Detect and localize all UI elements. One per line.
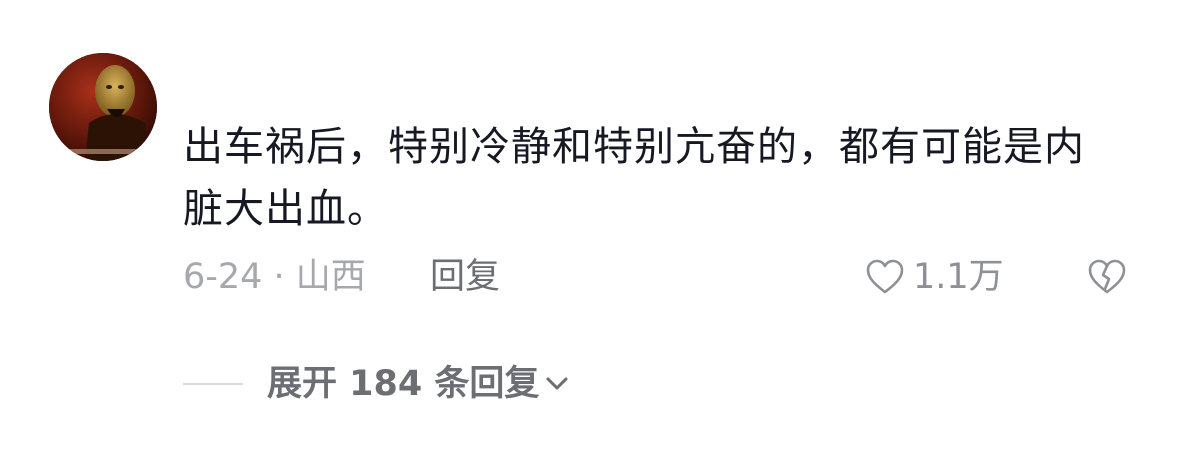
expand-replies-label: 展开 184 条回复 <box>267 364 540 404</box>
like-button[interactable]: 1.1万 <box>865 255 1004 299</box>
divider <box>183 383 243 385</box>
comment-date-location: 6-24 · 山西 <box>183 257 366 297</box>
expand-replies-button[interactable]: 展开 184 条回复 <box>267 362 569 406</box>
chevron-down-icon <box>546 377 568 390</box>
broken-heart-icon[interactable] <box>1086 257 1128 297</box>
comment-text: 出车祸后，特别冷静和特别亢奋的，都有可能是内脏大出血。 <box>183 124 1085 232</box>
reply-button[interactable]: 回复 <box>430 255 500 299</box>
heart-outline-icon <box>866 259 904 294</box>
avatar[interactable] <box>49 53 157 161</box>
avatar-image <box>49 53 157 161</box>
expand-replies-row: 展开 184 条回复 <box>183 362 569 406</box>
like-count: 1.1万 <box>913 257 1004 297</box>
comment-item: 出车祸后，特别冷静和特别亢奋的，都有可能是内脏大出血。 6-24 · 山西 回复… <box>0 0 1179 457</box>
